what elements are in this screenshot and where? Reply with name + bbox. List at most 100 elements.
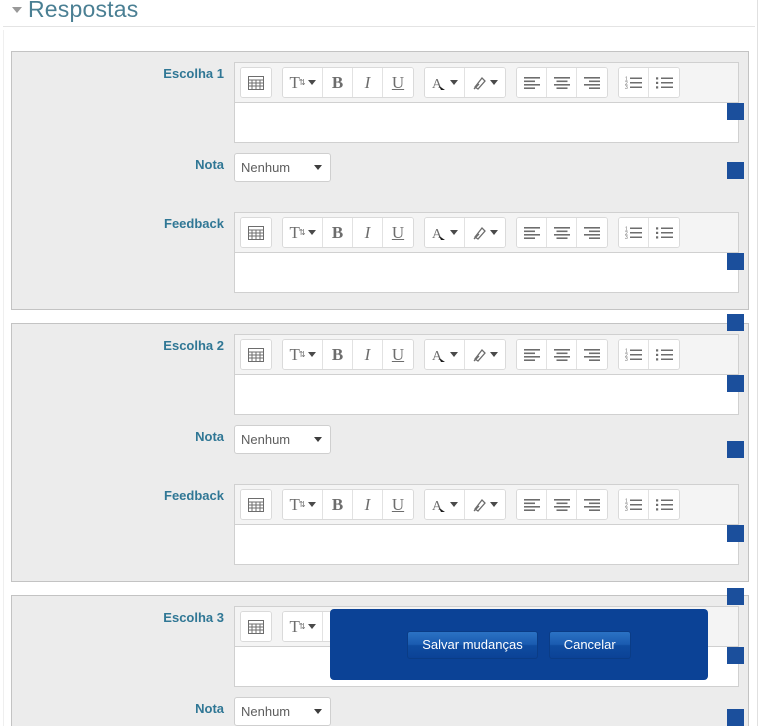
answer-textarea-2[interactable] xyxy=(235,374,738,414)
grade-select-1[interactable]: Nenhum xyxy=(234,153,331,182)
align-left-icon[interactable] xyxy=(517,340,547,369)
row-feedback-2: Feedback T ⇅ B I U A 1 2 3 xyxy=(12,484,748,565)
highlight-color-icon[interactable] xyxy=(465,68,505,97)
toolbar-group-align xyxy=(516,489,608,520)
align-center-icon[interactable] xyxy=(547,490,577,519)
insert-table-icon[interactable] xyxy=(241,218,271,247)
position-marker xyxy=(727,525,744,542)
ordered-list-icon[interactable]: 1 2 3 xyxy=(619,490,649,519)
chevron-down-icon xyxy=(314,709,322,714)
feedback-editor-1[interactable]: T ⇅ B I U A 1 2 3 xyxy=(234,212,739,293)
bold-icon[interactable]: B xyxy=(323,340,353,369)
ordered-list-icon[interactable]: 1 2 3 xyxy=(619,340,649,369)
insert-table-icon[interactable] xyxy=(241,340,271,369)
underline-icon[interactable]: U xyxy=(383,218,413,247)
position-marker xyxy=(727,314,744,331)
align-left-icon[interactable] xyxy=(517,68,547,97)
align-left-icon[interactable] xyxy=(517,490,547,519)
row-feedback-1: Feedback T ⇅ B I U A 1 2 3 xyxy=(12,212,748,293)
chevron-down-icon xyxy=(314,165,322,170)
highlight-color-icon[interactable] xyxy=(465,218,505,247)
align-center-icon[interactable] xyxy=(547,68,577,97)
unordered-list-icon[interactable] xyxy=(649,340,679,369)
toolbar-group-color: A xyxy=(424,217,506,248)
editor-toolbar: T ⇅ B I U xyxy=(235,335,738,374)
underline-icon[interactable]: U xyxy=(383,490,413,519)
grade-select-2[interactable]: Nenhum xyxy=(234,425,331,454)
label-nota-1: Nota xyxy=(195,157,224,172)
text-style-icon[interactable]: T ⇅ xyxy=(283,340,323,369)
align-right-icon[interactable] xyxy=(577,340,607,369)
align-right-icon[interactable] xyxy=(577,68,607,97)
align-center-icon[interactable] xyxy=(547,340,577,369)
feedback-editor-2[interactable]: T ⇅ B I U A 1 2 3 xyxy=(234,484,739,565)
answer-editor-2[interactable]: T ⇅ B I U A 1 2 3 xyxy=(234,334,739,415)
grade-select-value-3: Nenhum xyxy=(241,704,291,719)
unordered-list-icon[interactable] xyxy=(649,490,679,519)
position-marker xyxy=(727,588,744,605)
position-marker xyxy=(727,103,744,120)
answer-editor-1[interactable]: T ⇅ B I U A 1 2 3 xyxy=(234,62,739,143)
toolbar-group-insert xyxy=(240,339,272,370)
align-left-icon[interactable] xyxy=(517,218,547,247)
font-color-icon[interactable]: A xyxy=(425,68,465,97)
bold-icon[interactable]: B xyxy=(323,490,353,519)
insert-table-icon[interactable] xyxy=(241,612,271,641)
italic-icon[interactable]: I xyxy=(353,340,383,369)
feedback-textarea-1[interactable] xyxy=(235,252,738,292)
grade-select-3[interactable]: Nenhum xyxy=(234,697,331,726)
toolbar-group-format: T ⇅ B I U xyxy=(282,217,414,248)
chevron-down-icon xyxy=(314,437,322,442)
font-color-icon[interactable]: A xyxy=(425,490,465,519)
feedback-textarea-2[interactable] xyxy=(235,524,738,564)
toolbar-group-format: T ⇅ B I U xyxy=(282,67,414,98)
unordered-list-icon[interactable] xyxy=(649,68,679,97)
svg-text:3: 3 xyxy=(625,85,628,89)
align-center-icon[interactable] xyxy=(547,218,577,247)
toolbar-group-list: 1 2 3 xyxy=(618,339,680,370)
text-style-icon[interactable]: T ⇅ xyxy=(283,490,323,519)
unordered-list-icon[interactable] xyxy=(649,218,679,247)
toolbar-group-color: A xyxy=(424,339,506,370)
svg-text:3: 3 xyxy=(625,507,628,511)
underline-icon[interactable]: U xyxy=(383,340,413,369)
caret-down-icon[interactable] xyxy=(12,7,22,13)
font-color-icon[interactable]: A xyxy=(425,340,465,369)
row-grade-1: Nota Nenhum xyxy=(12,153,748,182)
ordered-list-icon[interactable]: 1 2 3 xyxy=(619,218,649,247)
label-feedback-2: Feedback xyxy=(164,488,224,503)
insert-table-icon[interactable] xyxy=(241,490,271,519)
save-button[interactable]: Salvar mudanças xyxy=(407,630,538,659)
section-header-respostas[interactable]: Respostas xyxy=(0,0,758,26)
text-style-icon[interactable]: T ⇅ xyxy=(283,68,323,97)
toolbar-group-format: T ⇅ B I U xyxy=(282,489,414,520)
italic-icon[interactable]: I xyxy=(353,490,383,519)
font-color-icon[interactable]: A xyxy=(425,218,465,247)
text-style-icon[interactable]: T ⇅ xyxy=(283,218,323,247)
bold-icon[interactable]: B xyxy=(323,218,353,247)
position-marker xyxy=(727,647,744,664)
cancel-button[interactable]: Cancelar xyxy=(548,630,631,659)
toolbar-group-align xyxy=(516,217,608,248)
align-right-icon[interactable] xyxy=(577,490,607,519)
italic-icon[interactable]: I xyxy=(353,218,383,247)
toolbar-group-list: 1 2 3 xyxy=(618,67,680,98)
insert-table-icon[interactable] xyxy=(241,68,271,97)
bold-icon[interactable]: B xyxy=(323,68,353,97)
toolbar-group-insert xyxy=(240,217,272,248)
italic-icon[interactable]: I xyxy=(353,68,383,97)
label-escolha-1: Escolha 1 xyxy=(163,66,224,81)
label-nota-3: Nota xyxy=(195,701,224,716)
highlight-color-icon[interactable] xyxy=(465,340,505,369)
text-style-icon[interactable]: T ⇅ xyxy=(283,612,323,641)
underline-icon[interactable]: U xyxy=(383,68,413,97)
label-escolha-2: Escolha 2 xyxy=(163,338,224,353)
align-right-icon[interactable] xyxy=(577,218,607,247)
position-marker xyxy=(727,375,744,392)
header-divider xyxy=(3,26,755,27)
editor-toolbar: T ⇅ B I U xyxy=(235,213,738,252)
answer-textarea-1[interactable] xyxy=(235,102,738,142)
highlight-color-icon[interactable] xyxy=(465,490,505,519)
ordered-list-icon[interactable]: 1 2 3 xyxy=(619,68,649,97)
toolbar-group-color: A xyxy=(424,489,506,520)
